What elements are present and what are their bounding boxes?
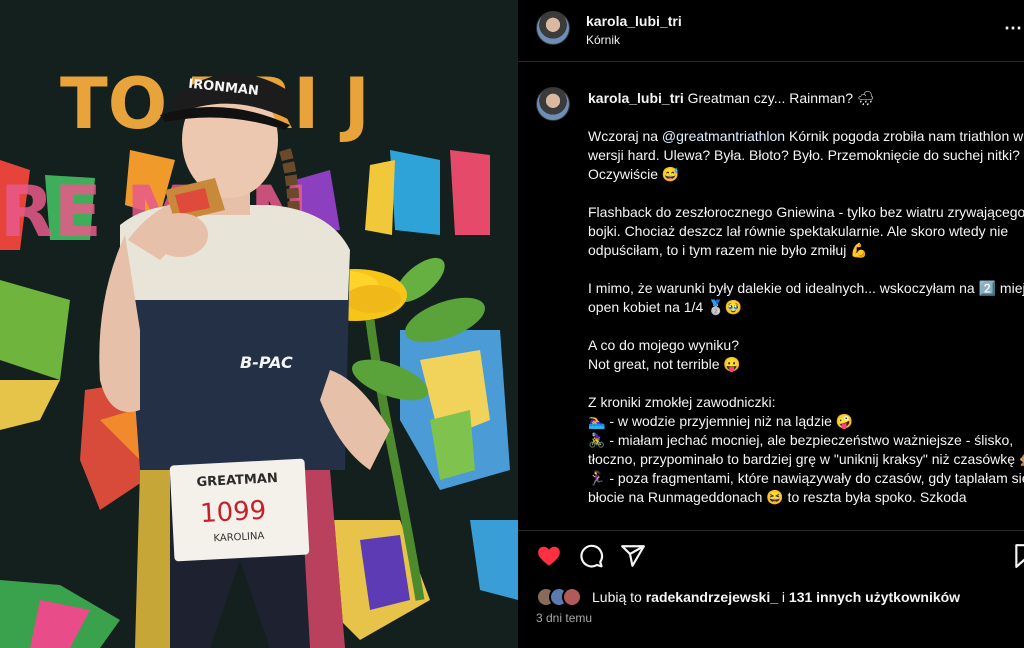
- post-photo[interactable]: TO TRI J RE MAN B-PAC IR: [0, 0, 518, 648]
- post-caption: karola_lubi_tri Greatman czy... Rainman?…: [588, 89, 1024, 507]
- caption-p5: A co do mojego wyniku? Not great, not te…: [588, 337, 741, 372]
- likes-others[interactable]: 131 innych użytkowników: [789, 589, 960, 605]
- caption-avatar[interactable]: [536, 87, 570, 121]
- race-bib: GREATMAN 1099 KAROLINA: [169, 458, 310, 562]
- likes-summary[interactable]: Lubią to radekandrzejewski_ i 131 innych…: [536, 586, 1016, 608]
- caption-p6: Z kroniki zmokłej zawodniczki: 🏊‍♀️ - w …: [588, 394, 1024, 505]
- caption-p3: Flashback do zeszłorocznego Gniewina - t…: [588, 204, 1024, 258]
- caption-line1: Greatman czy... Rainman? 🌧: [683, 90, 875, 106]
- post-header: karola_lubi_tri Kórnik ⋯: [518, 0, 1024, 62]
- likes-text: Lubią to radekandrzejewski_ i 131 innych…: [592, 589, 960, 605]
- comment-icon[interactable]: [578, 543, 604, 569]
- post-detail-panel: karola_lubi_tri Kórnik ⋯ karola_lubi_tri…: [518, 0, 1024, 648]
- caption-mention[interactable]: @greatmantriathlon: [662, 128, 785, 144]
- post-timestamp[interactable]: 3 dni temu: [536, 611, 592, 625]
- post-photo-illustration: TO TRI J RE MAN B-PAC IR: [0, 0, 518, 648]
- liker-avatar[interactable]: [562, 587, 582, 607]
- share-icon[interactable]: [620, 543, 646, 569]
- caption-area[interactable]: karola_lubi_tri Greatman czy... Rainman?…: [518, 63, 1024, 525]
- post-actions: [518, 530, 1024, 580]
- likes-middle: i: [778, 589, 789, 605]
- likes-prefix: Lubią to: [592, 589, 646, 605]
- more-options-icon[interactable]: ⋯: [1004, 18, 1023, 39]
- caption-p4: I mimo, że warunki były dalekie od ideal…: [588, 280, 1024, 315]
- likes-user[interactable]: radekandrzejewski_: [646, 589, 778, 605]
- bookmark-icon[interactable]: [1012, 543, 1024, 569]
- author-username[interactable]: karola_lubi_tri: [586, 13, 682, 29]
- caption-p2-pre: Wczoraj na: [588, 128, 662, 144]
- author-avatar[interactable]: [536, 11, 570, 45]
- caption-author[interactable]: karola_lubi_tri: [588, 90, 684, 106]
- post-location[interactable]: Kórnik: [586, 33, 620, 47]
- like-icon[interactable]: [536, 543, 562, 569]
- jersey-text: B-PAC: [240, 353, 293, 372]
- bib-number: 1099: [199, 496, 267, 529]
